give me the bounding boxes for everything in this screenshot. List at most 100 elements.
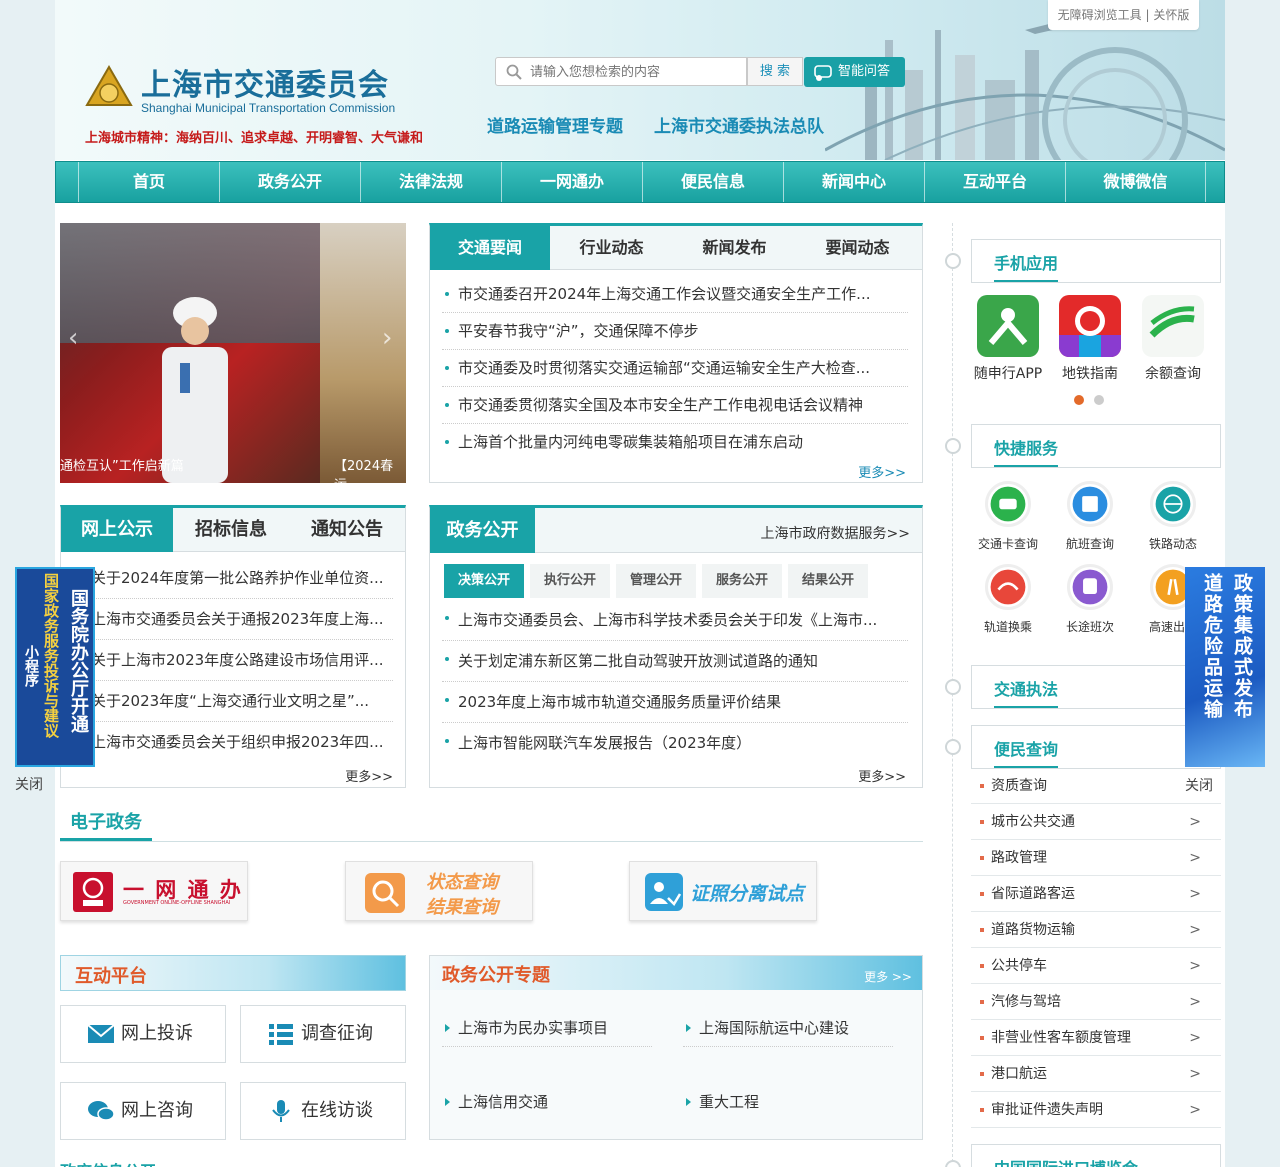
topic-item[interactable]: 上海信用交通 <box>442 1084 652 1121</box>
list-item[interactable]: 资质查询 <box>971 768 1221 804</box>
list-item[interactable]: 市交通委召开2024年上海交通工作会议暨交通安全生产工作... <box>442 276 908 313</box>
logo-title[interactable]: 上海市交通委员会 <box>141 60 389 104</box>
envelope-icon <box>87 1024 115 1043</box>
photo-slider[interactable]: 通检互认”工作启新篇 【2024春运 ‹ › <box>60 223 406 483</box>
tab-press[interactable]: 新闻发布 <box>673 226 796 270</box>
expo-header[interactable]: 中国国际进口博览会 <box>971 1144 1221 1167</box>
service-railway[interactable]: 铁路动态 <box>1138 481 1208 552</box>
list-item[interactable]: 平安春节我守“沪”，交通保障不停步 <box>442 313 908 350</box>
service-flight[interactable]: 航班查询 <box>1055 481 1125 552</box>
complaint-miniprogram-float[interactable]: 国家政务服务投诉与建议 国务院办公厅开通 小程序 <box>15 567 95 767</box>
tab-tender[interactable]: 招标信息 <box>173 508 289 552</box>
list-item[interactable]: 关于2024年度第一批公路养护作业单位资... <box>65 558 393 599</box>
nav-item-interactive[interactable]: 互动平台 <box>924 162 1065 202</box>
online-interview-button[interactable]: 在线访谈 <box>240 1082 406 1140</box>
app-metro-guide[interactable]: 地铁指南 <box>1055 295 1125 383</box>
query-label: 汽修与驾培 <box>991 994 1061 1010</box>
suishenxing-app-icon <box>977 295 1039 357</box>
list-item[interactable]: 上海首个批量内河纯电零碳集装箱船项目在浦东启动 <box>442 424 908 461</box>
tab-industry[interactable]: 行业动态 <box>550 226 673 270</box>
gov-data-link[interactable]: 上海市政府数据服务>> <box>761 523 910 543</box>
list-item[interactable]: 城市公共交通 > <box>971 804 1221 840</box>
carousel-dot[interactable] <box>1094 395 1104 405</box>
list-item[interactable]: 道路货物运输 > <box>971 912 1221 948</box>
slide-caption-left[interactable]: 通检互认”工作启新篇 <box>60 455 184 474</box>
subtab-result[interactable]: 结果公开 <box>788 564 868 598</box>
list-item[interactable]: 汽修与驾培 > <box>971 984 1221 1020</box>
accessibility-links[interactable]: 无障碍浏览工具 | 关怀版 <box>1048 0 1199 30</box>
nav-item-laws[interactable]: 法律法规 <box>360 162 501 202</box>
list-item[interactable]: 审批证件遗失声明 > <box>971 1092 1221 1128</box>
list-item[interactable]: 市交通委及时贯彻落实交通运输部“交通运输安全生产大检查... <box>442 350 908 387</box>
online-complaint-button[interactable]: 网上投诉 <box>60 1005 226 1063</box>
subtab-service[interactable]: 服务公开 <box>702 564 782 598</box>
list-item[interactable]: 非营业性客车额度管理 > <box>971 1020 1221 1056</box>
list-item[interactable]: 上海市交通委员会、上海市科学技术委员会关于印发《上海市... <box>442 600 908 641</box>
list-item[interactable]: 省际道路客运 > <box>971 876 1221 912</box>
online-consult-button[interactable]: 网上咨询 <box>60 1082 226 1140</box>
service-metro-transfer[interactable]: 轨道换乘 <box>973 564 1043 635</box>
list-item[interactable]: 2023年度上海市城市轨道交通服务质量评价结果 <box>442 682 908 723</box>
list-item[interactable]: 港口航运 > <box>971 1056 1221 1092</box>
slider-next-icon[interactable]: › <box>382 323 392 353</box>
service-label: 铁路动态 <box>1148 537 1197 551</box>
status-query-button[interactable]: 状态查询 结果查询 <box>345 861 533 921</box>
search-button[interactable]: 搜 索 <box>747 57 803 86</box>
notice-more-link[interactable]: 更多>> <box>345 766 393 785</box>
service-label: 交通卡查询 <box>977 537 1038 551</box>
query-label: 城市公共交通 <box>991 814 1075 830</box>
topics-more-link[interactable]: 更多 >> <box>864 968 912 985</box>
topic-item[interactable]: 上海国际航运中心建设 <box>683 1010 893 1047</box>
search-input[interactable] <box>530 63 740 81</box>
slider-prev-icon[interactable]: ‹ <box>68 323 78 353</box>
nav-item-news[interactable]: 新闻中心 <box>783 162 924 202</box>
list-item[interactable]: 上海市交通委员会关于组织申报2023年四... <box>65 722 393 763</box>
list-item[interactable]: 关于划定浦东新区第二批自动驾驶开放测试道路的通知 <box>442 641 908 682</box>
topic-item[interactable]: 上海市为民办实事项目 <box>442 1010 652 1047</box>
gov-open-title[interactable]: 政务公开 <box>430 508 535 553</box>
gov-list: 上海市交通委员会、上海市科学技术委员会关于印发《上海市... 关于划定浦东新区第… <box>442 600 908 764</box>
gov-more-link[interactable]: 更多>> <box>858 766 906 785</box>
list-item[interactable]: 市交通委贯彻落实全国及本市安全生产工作电视电话会议精神 <box>442 387 908 424</box>
tab-traffic-news[interactable]: 交通要闻 <box>430 226 550 270</box>
nav-item-one-net[interactable]: 一网通办 <box>501 162 642 202</box>
list-item[interactable]: 上海市交通委员会关于通报2023年度上海... <box>65 599 393 640</box>
smart-qa-button[interactable]: 智能问答 <box>804 57 905 87</box>
one-net-button[interactable]: 一 网 通 办 GOVERNMENT ONLINE-OFFLINE SHANGH… <box>60 861 248 921</box>
topic-road-link[interactable]: 道路运输管理专题 <box>487 112 623 137</box>
float-left-close-button[interactable]: 关闭 <box>15 774 43 794</box>
service-transit-card[interactable]: 交通卡查询 <box>973 481 1043 552</box>
float-right-close-button[interactable]: 关闭 <box>1185 775 1213 795</box>
main-nav: 首页 政务公开 法律法规 一网通办 便民信息 新闻中心 互动平台 微博微信 <box>55 161 1225 203</box>
tab-headlines[interactable]: 要闻动态 <box>796 226 919 270</box>
slide-caption-right[interactable]: 【2024春运 <box>334 455 406 483</box>
nav-item-convenience[interactable]: 便民信息 <box>642 162 783 202</box>
interactive-title: 互动平台 <box>75 966 147 987</box>
convenience-query-header: 便民查询 <box>971 725 1221 769</box>
list-item[interactable]: 上海市智能网联汽车发展报告（2023年度） <box>442 723 908 764</box>
nav-item-gov-open[interactable]: 政务公开 <box>219 162 360 202</box>
subtab-management[interactable]: 管理公开 <box>616 564 696 598</box>
nav-item-home[interactable]: 首页 <box>78 162 219 202</box>
subtab-execution[interactable]: 执行公开 <box>530 564 610 598</box>
service-coach[interactable]: 长途班次 <box>1055 564 1125 635</box>
list-item[interactable]: 路政管理 > <box>971 840 1221 876</box>
carousel-dot-active[interactable] <box>1074 395 1084 405</box>
nav-item-weibo-wechat[interactable]: 微博微信 <box>1065 162 1206 202</box>
tab-online-notice[interactable]: 网上公示 <box>61 508 173 552</box>
news-more-link[interactable]: 更多>> <box>858 462 906 481</box>
subtab-decision[interactable]: 决策公开 <box>444 564 524 598</box>
app-balance-query[interactable]: 余额查询 <box>1138 295 1208 383</box>
list-item[interactable]: 公共停车 > <box>971 948 1221 984</box>
survey-button[interactable]: 调查征询 <box>240 1005 406 1063</box>
list-item[interactable]: 关于上海市2023年度公路建设市场信用评... <box>65 640 393 681</box>
topic-enforce-link[interactable]: 上海市交通委执法总队 <box>654 112 824 137</box>
slide-worker-figure <box>162 297 228 483</box>
license-separation-button[interactable]: 证照分离试点 <box>629 861 817 921</box>
enforcement-header[interactable]: 交通执法 <box>971 665 1221 709</box>
tab-announcement[interactable]: 通知公告 <box>289 508 405 552</box>
list-item[interactable]: 关于2023年度“上海交通行业文明之星”... <box>65 681 393 722</box>
hazmat-policy-float[interactable]: 政策集成式发布 道路危险品运输 <box>1185 567 1265 767</box>
app-suishenxing[interactable]: 随申行APP <box>973 295 1043 383</box>
topic-item[interactable]: 重大工程 <box>683 1084 893 1121</box>
